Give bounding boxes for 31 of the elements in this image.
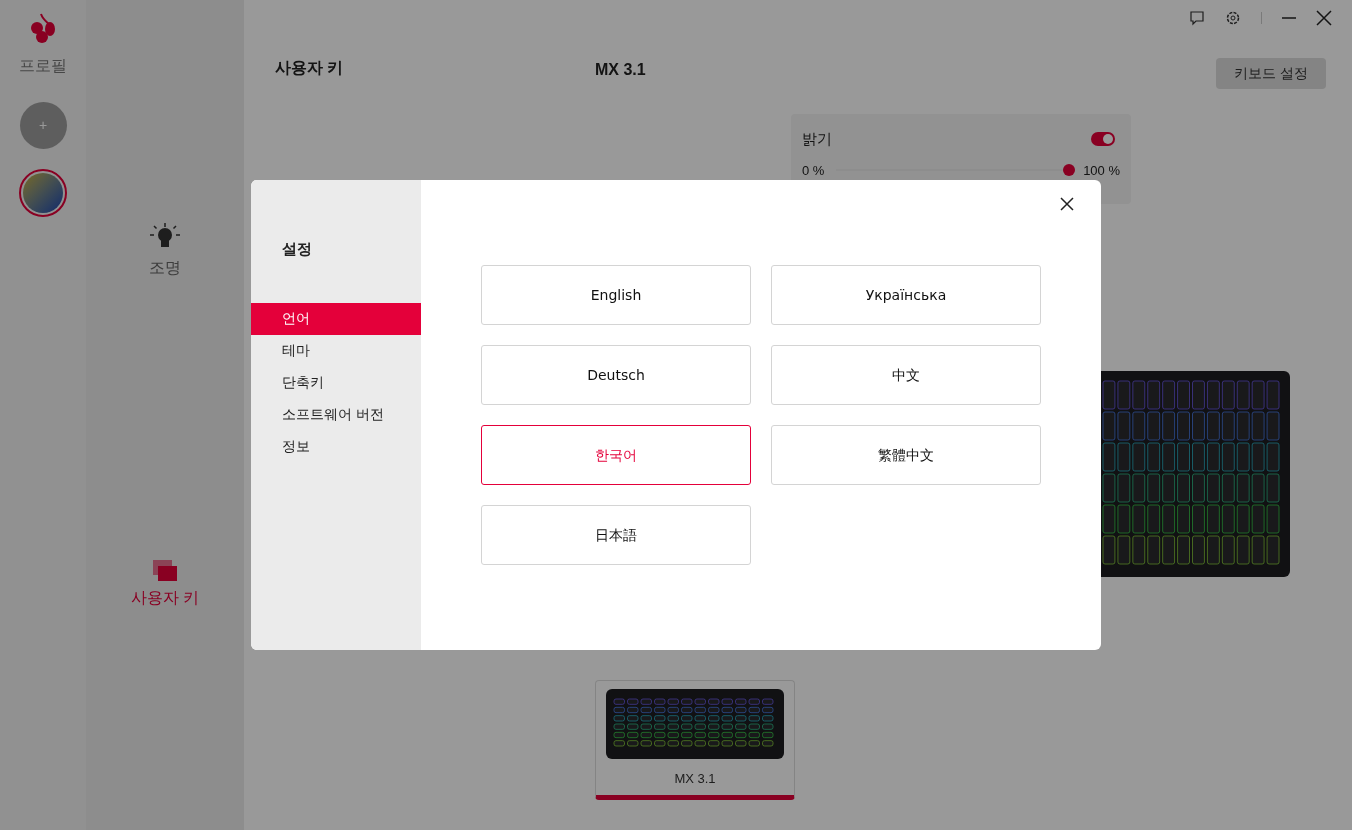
max-value: 100 % [1083,162,1120,178]
close-icon[interactable] [1060,197,1074,211]
close-icon[interactable] [1316,10,1332,26]
language-option[interactable]: 日本語 [481,505,751,565]
language-option[interactable]: 繁體中文 [771,425,1041,485]
settings-menu-item[interactable]: 단축키 [251,366,421,399]
device-title: MX 3.1 [595,60,646,80]
brightness-label: 밝기 [802,129,832,149]
panel-title: 사용자 키 [275,59,344,76]
language-option[interactable]: 中文 [771,345,1041,405]
language-option[interactable]: English [481,265,751,325]
device-card[interactable]: MX 3.1 [595,680,795,800]
language-option[interactable]: 한국어 [481,425,751,485]
dialog-title: 설정 [281,239,313,259]
language-option[interactable]: Deutsch [481,345,751,405]
keyboard-settings-button[interactable]: 키보드 설정 [1216,58,1326,89]
chat-icon[interactable] [1189,10,1205,26]
settings-menu-item[interactable]: 언어 [251,302,421,335]
settings-menu-item[interactable]: 테마 [251,334,421,367]
cherry-logo [29,12,57,44]
settings-icon[interactable] [1225,10,1241,26]
brightness-toggle[interactable] [1091,132,1115,147]
language-option[interactable]: Українська [771,265,1041,325]
settings-menu-item[interactable]: 정보 [251,430,421,463]
min-value: 0 % [802,162,825,178]
slider-thumb[interactable] [1063,164,1076,176]
profile-title: 프로필 [19,56,67,76]
layers-icon [153,560,177,582]
settings-menu-item[interactable]: 소프트웨어 버전 [251,398,421,431]
profile-avatar[interactable] [19,169,67,217]
device-name: MX 3.1 [674,770,716,788]
